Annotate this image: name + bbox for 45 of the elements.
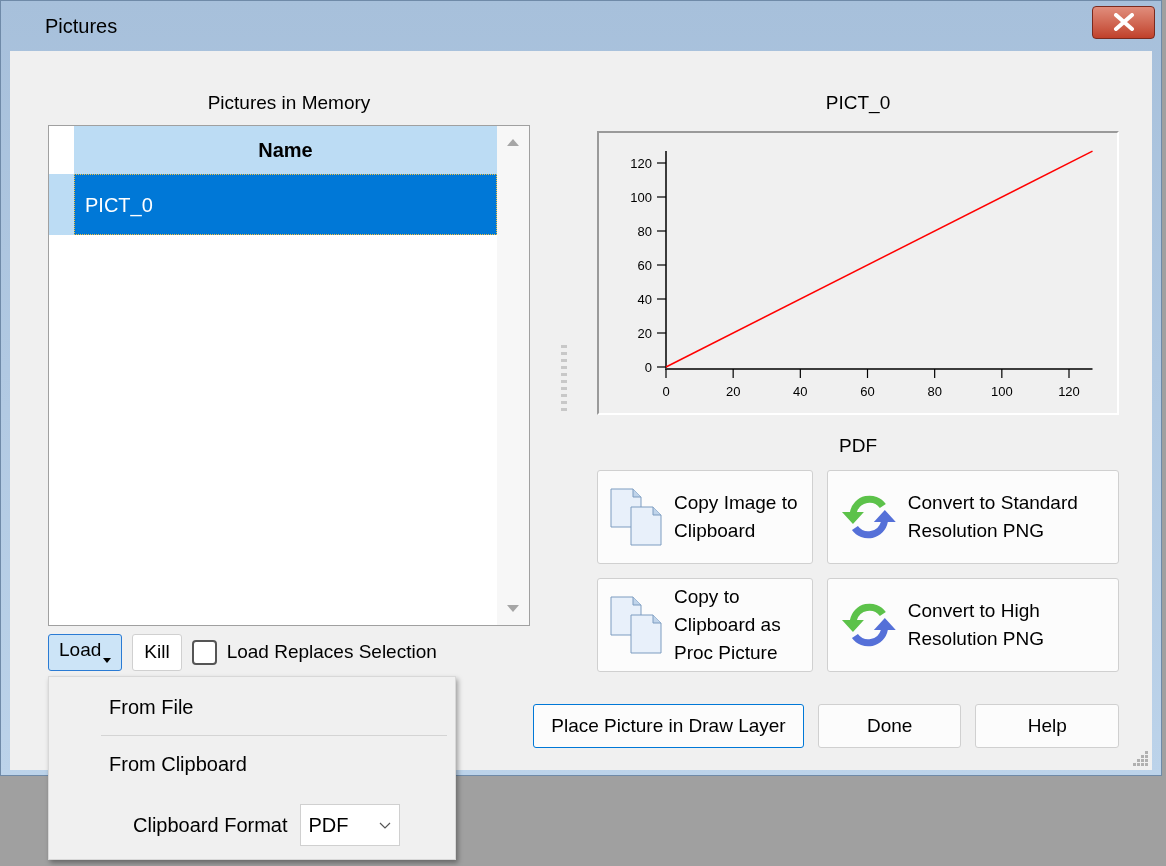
x-tick-label: 40 xyxy=(793,384,808,399)
action-button[interactable]: Convert to High Resolution PNG xyxy=(827,578,1119,672)
close-icon xyxy=(1112,13,1135,31)
checkbox-label[interactable]: Load Replaces Selection xyxy=(226,638,437,667)
list-title: Pictures in Memory xyxy=(206,91,372,115)
splitter-grip[interactable] xyxy=(560,345,567,411)
window-title: Pictures xyxy=(45,14,118,39)
y-tick-label: 20 xyxy=(637,326,652,341)
checkbox[interactable] xyxy=(191,640,217,665)
scrollbar[interactable] xyxy=(497,126,529,625)
chevron-down-icon xyxy=(378,821,391,829)
load-button[interactable]: Load xyxy=(48,634,123,671)
dialog-button[interactable]: Place Picture in Draw Layer xyxy=(533,704,804,748)
y-tick-label: 100 xyxy=(630,190,652,205)
format-caption: PDF xyxy=(838,434,878,458)
scroll-up-icon[interactable] xyxy=(507,138,519,146)
copy-documents-icon xyxy=(610,596,664,654)
kill-button[interactable]: Kill xyxy=(132,634,182,671)
dialog-button[interactable]: Done xyxy=(817,704,962,748)
preview-title: PICT_0 xyxy=(824,91,892,116)
y-tick-label: 60 xyxy=(637,258,652,273)
x-tick-label: 120 xyxy=(1058,384,1080,399)
scroll-down-icon[interactable] xyxy=(507,605,519,613)
clipboard-format-label: Clipboard Format xyxy=(133,813,288,838)
y-tick-label: 120 xyxy=(630,156,652,171)
caret-icon xyxy=(103,658,112,663)
list-row[interactable]: PICT_0 xyxy=(74,174,497,235)
x-tick-label: 80 xyxy=(927,384,942,399)
action-button[interactable]: Copy Image to Clipboard xyxy=(597,470,813,564)
format-value: PDF xyxy=(308,813,349,838)
y-tick-label: 0 xyxy=(644,360,652,375)
x-tick-label: 0 xyxy=(662,384,670,399)
x-tick-label: 20 xyxy=(725,384,741,399)
format-dropdown[interactable]: PDF xyxy=(299,804,400,846)
column-header[interactable]: Name xyxy=(74,126,497,174)
close-button[interactable] xyxy=(1092,5,1155,39)
x-tick-label: 100 xyxy=(991,384,1013,399)
action-button[interactable]: Copy to Clipboard as Proc Picture xyxy=(597,578,813,672)
y-tick-label: 40 xyxy=(637,292,652,307)
resize-grip[interactable] xyxy=(1133,751,1149,767)
copy-documents-icon xyxy=(610,488,664,546)
y-tick-label: 80 xyxy=(637,224,652,239)
action-button[interactable]: Convert to Standard Resolution PNG xyxy=(827,470,1119,564)
dialog-button[interactable]: Help xyxy=(975,704,1119,748)
x-tick-label: 60 xyxy=(860,384,875,399)
